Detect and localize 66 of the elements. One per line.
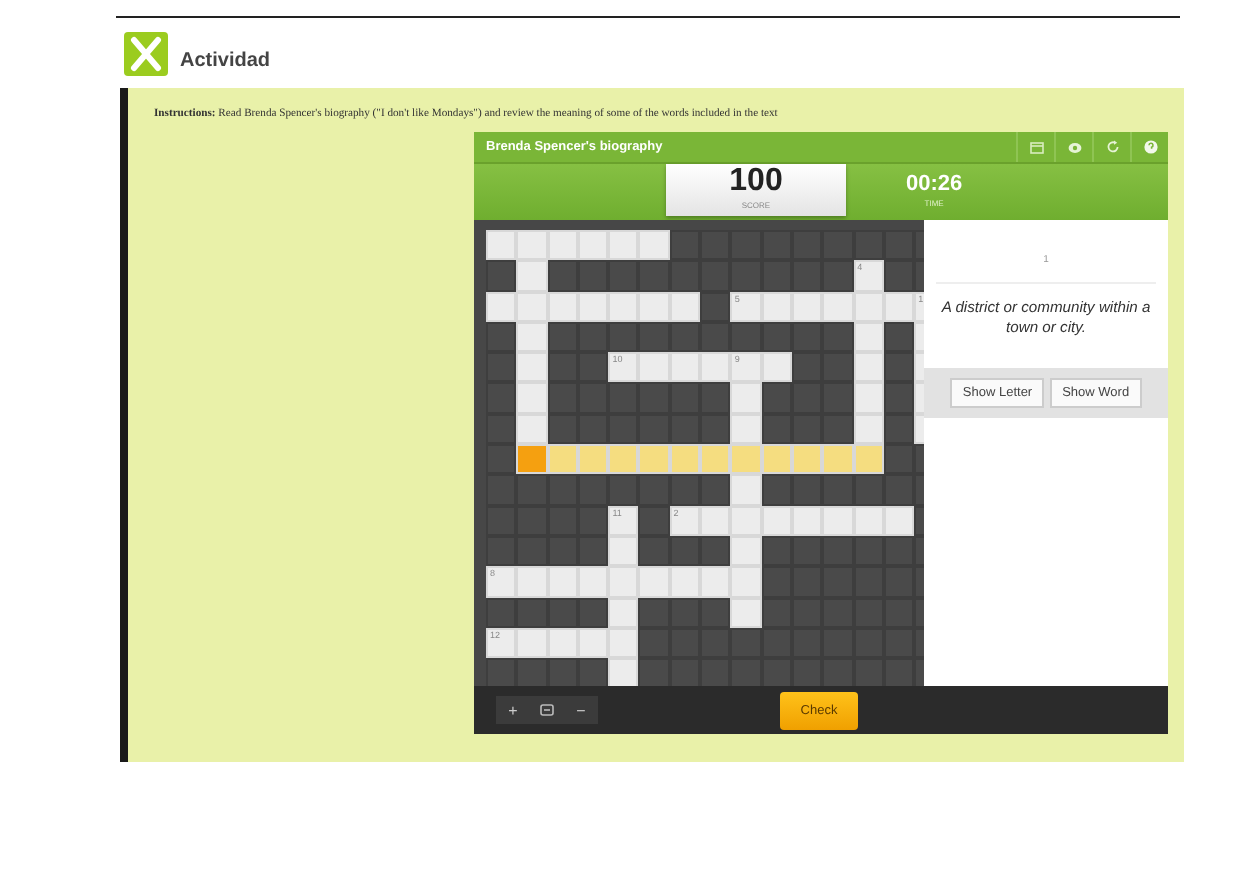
crossword-cell[interactable] <box>700 505 731 536</box>
highlighted-cell[interactable] <box>822 444 854 475</box>
fit-icon <box>540 704 554 716</box>
crossword-cell[interactable] <box>730 505 762 536</box>
crossword-cell[interactable] <box>608 566 639 598</box>
timer-value: 00:26 <box>906 170 963 198</box>
score-value: 100 <box>729 164 783 200</box>
crossword-cell[interactable] <box>730 474 762 506</box>
zoom-out-button[interactable]: − <box>564 696 598 724</box>
highlighted-cell[interactable] <box>547 444 578 475</box>
highlighted-cell[interactable] <box>730 444 762 475</box>
page-title: Actividad <box>180 49 271 71</box>
highlighted-cell[interactable] <box>638 444 670 475</box>
highlighted-cell[interactable] <box>577 444 609 475</box>
active-cell[interactable] <box>516 444 548 475</box>
crossword-cell[interactable] <box>516 321 548 353</box>
crossword-cell[interactable] <box>853 352 884 383</box>
crossword-cell[interactable] <box>822 505 854 536</box>
crossword-cell[interactable] <box>608 535 639 567</box>
crossword-cell[interactable] <box>516 352 548 383</box>
crossword-cell[interactable] <box>608 627 639 659</box>
crossword-cell[interactable] <box>638 291 670 322</box>
highlighted-cell[interactable] <box>761 444 792 475</box>
crossword-cell[interactable] <box>608 597 639 628</box>
crossword-cell[interactable] <box>730 413 762 445</box>
crossword-cell[interactable] <box>730 566 762 598</box>
crossword-cell[interactable] <box>608 658 639 686</box>
crossword-cell[interactable] <box>547 566 578 598</box>
crossword-cell[interactable] <box>577 566 609 598</box>
crossword-cell[interactable] <box>822 291 854 322</box>
crossword-cell[interactable] <box>638 230 670 261</box>
crossword-cell[interactable] <box>516 413 548 445</box>
refresh-icon <box>1105 140 1119 154</box>
crossword-cell[interactable] <box>669 352 701 383</box>
highlighted-cell[interactable] <box>791 444 823 475</box>
crossword-cell[interactable] <box>547 230 578 261</box>
window-icon <box>1029 141 1043 153</box>
crossword-cell[interactable] <box>608 291 639 322</box>
crossword-cell[interactable] <box>516 291 548 322</box>
crossword-cell[interactable] <box>486 291 517 322</box>
crossword-cell[interactable] <box>730 597 762 628</box>
crossword-cell[interactable] <box>638 566 670 598</box>
crossword-cell[interactable] <box>669 566 701 598</box>
crossword-cell[interactable] <box>608 230 639 261</box>
highlighted-cell[interactable] <box>669 444 701 475</box>
crossword-cell[interactable] <box>516 566 548 598</box>
eye-icon <box>1067 141 1081 153</box>
crossword-cell[interactable] <box>700 566 731 598</box>
logo-icon <box>124 32 168 76</box>
help-icon <box>1143 140 1157 154</box>
zoom-in-button[interactable]: + <box>496 696 530 724</box>
crossword-cell[interactable] <box>700 352 731 383</box>
crossword-cell[interactable] <box>486 230 517 261</box>
crossword-cell[interactable] <box>853 382 884 414</box>
highlighted-cell[interactable] <box>700 444 731 475</box>
crossword-cell[interactable] <box>761 352 792 383</box>
highlighted-cell[interactable] <box>608 444 639 475</box>
highlighted-cell[interactable] <box>853 444 884 475</box>
crossword-cell[interactable] <box>730 382 762 414</box>
crossword-cell[interactable] <box>516 382 548 414</box>
crossword-cell[interactable] <box>516 627 548 659</box>
crossword-cell[interactable] <box>516 230 548 261</box>
crossword-cell[interactable] <box>577 230 609 261</box>
crossword-cell[interactable] <box>730 535 762 567</box>
crossword-cell[interactable] <box>638 352 670 383</box>
crossword-cell[interactable] <box>516 260 548 292</box>
